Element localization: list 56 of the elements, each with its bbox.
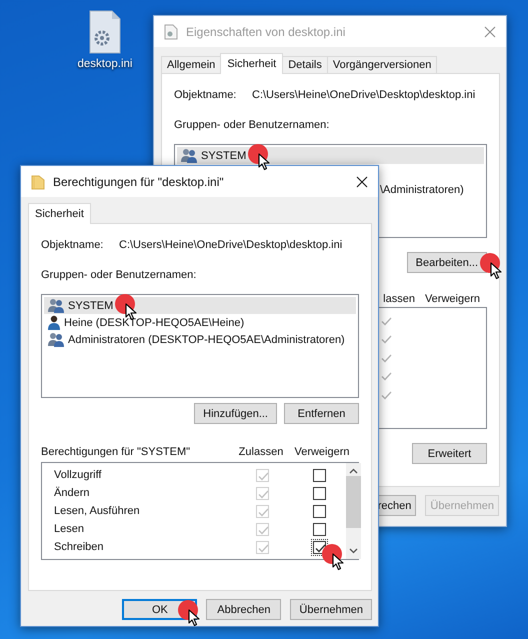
column-header: Zulassen <box>238 446 284 458</box>
tab[interactable]: Vorgängerversionen <box>326 56 438 73</box>
file-settings-icon <box>88 10 122 54</box>
user-name: Heine (DESKTOP-HEQO5AE\Heine) <box>64 316 244 328</box>
group-icon <box>47 298 65 313</box>
remove-button[interactable]: Entfernen <box>284 403 359 424</box>
field-label: Gruppen- oder Benutzernamen: <box>174 119 330 131</box>
permission-name: Lesen <box>54 523 85 535</box>
group-icon <box>180 148 198 163</box>
user-name: SYSTEM <box>201 150 246 162</box>
list-item[interactable]: Heine (DESKTOP-HEQO5AE\Heine) <box>44 314 356 331</box>
folder-icon <box>31 174 45 190</box>
list-item[interactable]: Administratoren (DESKTOP-HEQO5AE\Administratoren) <box>44 331 356 348</box>
window-title: Eigenschaften von desktop.ini <box>186 24 346 38</box>
file-path: C:\Users\Heine\OneDrive\Desktop\desktop.ini <box>252 89 476 101</box>
section-label: Berechtigungen für "SYSTEM" <box>41 446 192 458</box>
apply-button[interactable]: Übernehmen <box>290 599 372 620</box>
column-header: Verweigern <box>424 293 480 305</box>
list-item[interactable]: SYSTEM <box>44 297 356 314</box>
cancel-button[interactable]: Abbrechen <box>206 599 282 620</box>
checkbox[interactable] <box>312 468 326 482</box>
user-name: SYSTEM <box>68 300 114 312</box>
permission-name: Schreiben <box>54 541 105 553</box>
file-path: C:\Users\Heine\OneDrive\Desktop\desktop.ini <box>119 239 342 251</box>
checkbox[interactable] <box>312 540 326 554</box>
scroll-up-icon <box>349 468 358 474</box>
permission-name: Vollzugriff <box>54 469 102 481</box>
checkbox[interactable] <box>312 486 326 500</box>
list-item[interactable]: \Administratoren) <box>380 181 484 198</box>
user-name: \Administratoren) <box>380 184 464 196</box>
window-title: Berechtigungen für "desktop.ini" <box>53 174 225 188</box>
field-label: Objektname: <box>41 239 104 251</box>
close-icon[interactable] <box>356 176 368 188</box>
add-button[interactable]: Hinzufügen... <box>194 403 277 424</box>
scrollbar[interactable] <box>346 463 361 559</box>
field-label: Gruppen- oder Benutzernamen: <box>41 269 198 281</box>
tab[interactable]: Sicherheit <box>220 53 284 74</box>
group-icon <box>47 332 65 347</box>
file-icon <box>164 24 178 40</box>
column-header: Verweigern <box>293 446 351 458</box>
file-label[interactable]: desktop.ini <box>78 58 132 70</box>
tab[interactable]: Allgemein <box>161 56 222 73</box>
advanced-button[interactable]: Erweitert <box>412 443 487 464</box>
field-label: Objektname: <box>174 89 238 101</box>
scroll-down-icon <box>349 548 358 554</box>
column-header: lassen <box>383 293 415 305</box>
checkbox[interactable] <box>312 522 326 536</box>
permission-name: Ändern <box>54 487 90 499</box>
user-icon <box>47 315 61 330</box>
list-item[interactable]: SYSTEM <box>177 147 484 164</box>
checkbox[interactable] <box>312 504 326 518</box>
scroll-thumb[interactable] <box>346 476 361 528</box>
user-name: Administratoren (DESKTOP-HEQO5AE\Administratoren) <box>68 334 345 346</box>
permission-name: Lesen, Ausführen <box>54 505 141 517</box>
tab[interactable]: Sicherheit <box>28 203 91 224</box>
edit-button[interactable]: Bearbeiten... <box>406 252 487 273</box>
